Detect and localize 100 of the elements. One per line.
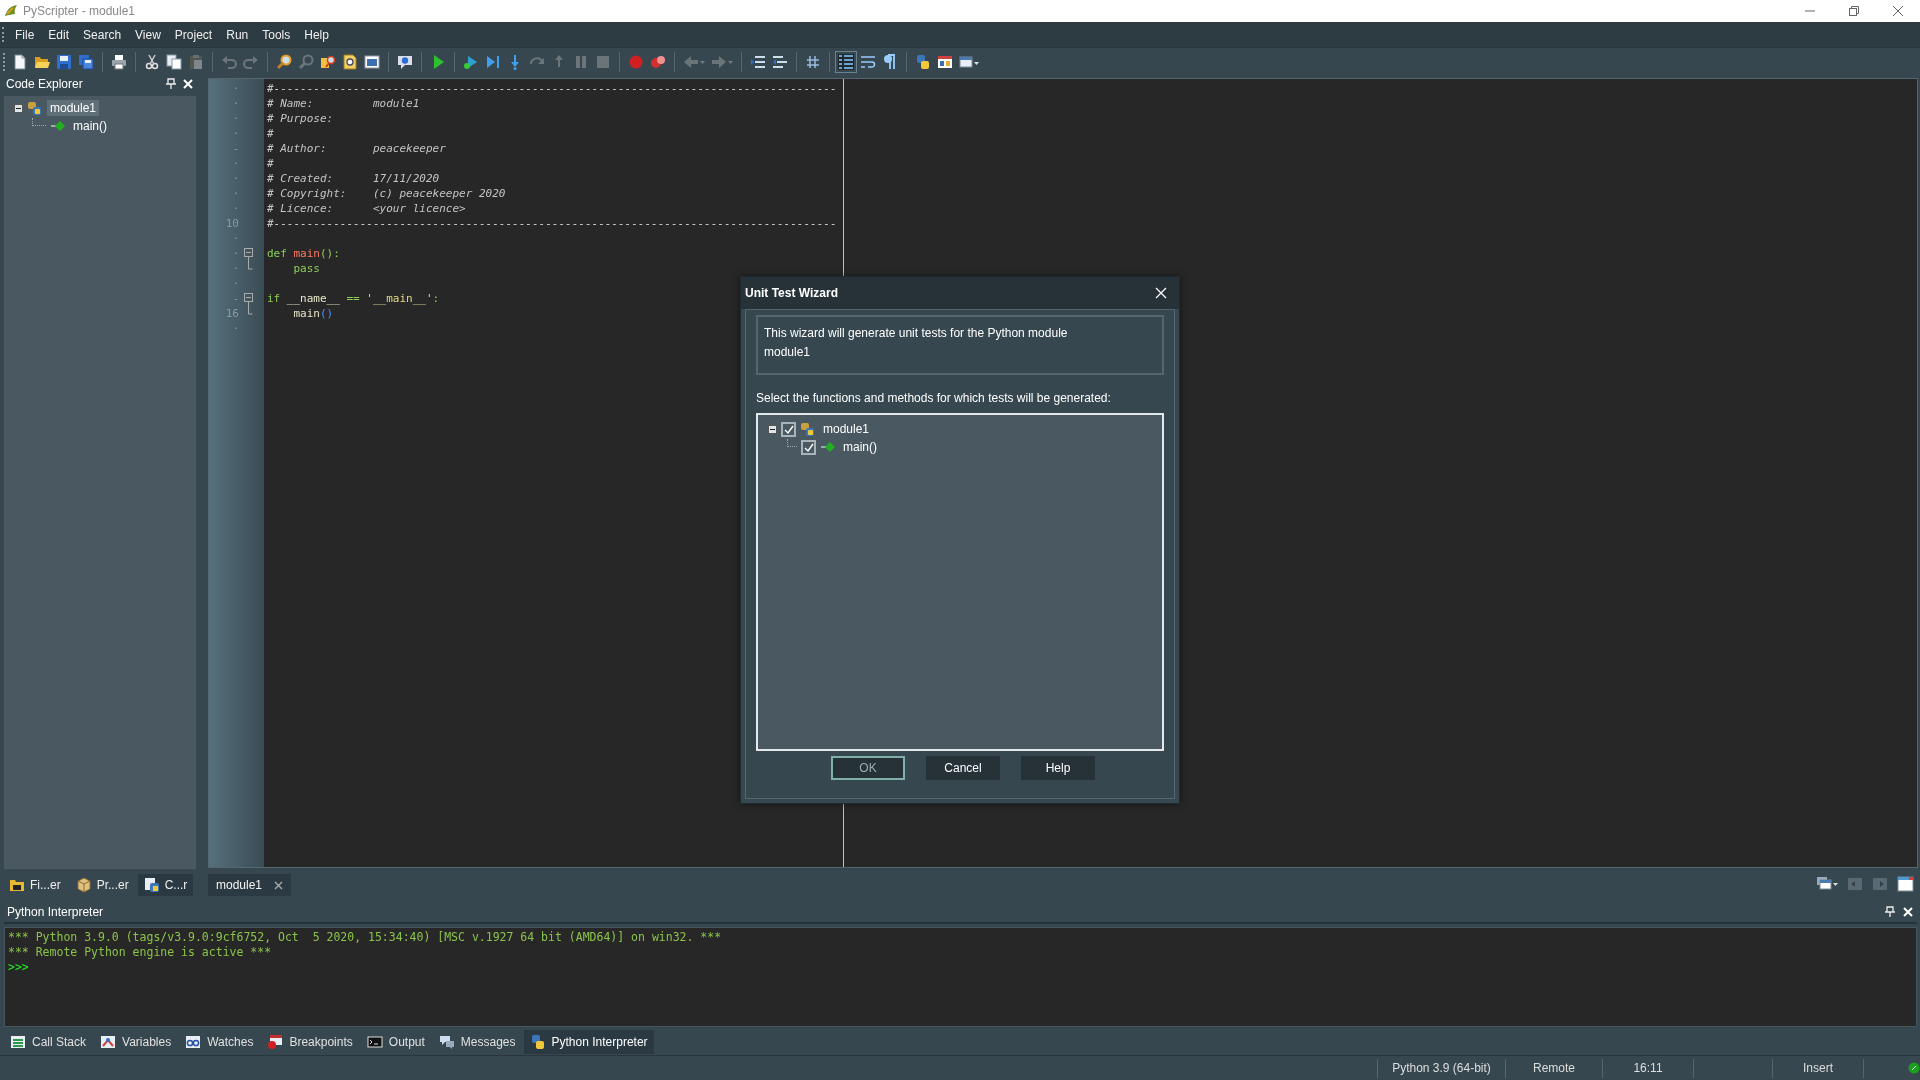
- dedent-icon[interactable]: [772, 53, 788, 70]
- grip-handle[interactable]: [3, 52, 5, 71]
- code-line: # Copyright: (c) peacekeeper 2020: [266, 186, 506, 201]
- tree-line: [787, 439, 797, 447]
- line-number: 16: [224, 307, 239, 320]
- tree-item[interactable]: main(): [843, 440, 877, 454]
- new-file-icon[interactable]: [12, 53, 28, 70]
- window-icon[interactable]: [1897, 876, 1914, 892]
- comment-icon[interactable]: [805, 53, 821, 70]
- window-icon[interactable]: [364, 53, 380, 70]
- help-button[interactable]: Help: [1021, 756, 1095, 780]
- line-numbers-icon[interactable]: [838, 53, 854, 70]
- tree-view[interactable]: module1 main(): [756, 413, 1164, 751]
- step-icon[interactable]: [485, 53, 501, 70]
- checkbox[interactable]: [801, 439, 816, 455]
- module-name: module1: [764, 345, 812, 359]
- panel-tab[interactable]: Messages: [432, 1030, 522, 1054]
- cut-icon[interactable]: [144, 53, 160, 70]
- app-logo-icon: [3, 3, 19, 19]
- tree-item[interactable]: module1: [823, 422, 870, 436]
- folder-icon: [9, 877, 25, 893]
- status-text: 16:11: [1633, 1061, 1663, 1075]
- save-icon[interactable]: [56, 53, 72, 70]
- line-number: ·: [231, 232, 239, 245]
- code-line: def main():: [266, 246, 340, 261]
- restore-icon[interactable]: [1849, 6, 1859, 16]
- tree-line: [32, 118, 46, 126]
- panel-tab[interactable]: Breakpoints: [261, 1030, 359, 1054]
- save-all-icon[interactable]: [78, 53, 94, 70]
- close-icon[interactable]: [1893, 6, 1903, 16]
- indent-icon[interactable]: [750, 53, 766, 70]
- layout-icon[interactable]: [937, 53, 953, 70]
- code-line: # Author: peacekeeper: [266, 141, 446, 156]
- panel-tab[interactable]: Fi...er: [3, 874, 67, 896]
- panel-tab[interactable]: Call Stack: [4, 1030, 93, 1054]
- menu-item[interactable]: File: [8, 24, 42, 45]
- line-number: ·: [231, 187, 239, 200]
- word-wrap-icon[interactable]: [860, 53, 876, 70]
- status-dot-icon: [1907, 1062, 1920, 1074]
- class-browser-icon: [143, 877, 160, 893]
- collapse-icon[interactable]: [768, 424, 777, 434]
- status-text: Remote: [1533, 1061, 1575, 1075]
- code-line: #: [266, 156, 274, 171]
- line-number: ·: [231, 262, 239, 275]
- line-number: 10: [224, 217, 239, 230]
- intro-text: This wizard will generate unit tests for the Python module: [764, 326, 1069, 340]
- panel-tab[interactable]: Python Interpreter: [523, 1030, 654, 1054]
- search-icon[interactable]: [276, 53, 292, 70]
- line-number: ·: [231, 322, 239, 335]
- code-line: # Name: module1: [266, 96, 420, 111]
- menu-item[interactable]: Search: [76, 24, 129, 45]
- speech-bubble-icon: [438, 1034, 455, 1050]
- panel-tab[interactable]: Output: [360, 1030, 431, 1054]
- collapse-icon[interactable]: [14, 103, 23, 113]
- find-in-files-icon[interactable]: [342, 53, 358, 70]
- variables-icon: [100, 1034, 117, 1050]
- code-line: pass: [292, 261, 320, 276]
- panel-tab[interactable]: C...r: [137, 874, 194, 896]
- fold-icon[interactable]: [244, 291, 253, 306]
- window-list-icon[interactable]: [1816, 876, 1838, 892]
- debug-icon[interactable]: [463, 53, 479, 70]
- grip-handle[interactable]: [2, 27, 4, 42]
- tree-item[interactable]: module1: [47, 100, 100, 116]
- line-number: ·: [231, 172, 239, 185]
- paste-icon[interactable]: [188, 53, 204, 70]
- code-line: # Purpose:: [266, 111, 334, 126]
- menu-item[interactable]: Run: [219, 24, 256, 45]
- console-line: *** Python 3.9.0 (tags/v3.9.0:9cf6752, Oct 5 2020, 15:34:40) [MSC v.1927 64 bit (AMD64)] on win32. ***: [8, 930, 723, 945]
- line-number: ·: [231, 127, 239, 140]
- python-icon[interactable]: [915, 53, 931, 70]
- ok-button[interactable]: OK: [831, 756, 905, 780]
- fold-icon[interactable]: [244, 246, 253, 261]
- pin-icon[interactable]: [165, 78, 177, 90]
- panel-tab[interactable]: Variables: [94, 1030, 178, 1054]
- clear-breakpoints-icon[interactable]: [650, 53, 666, 70]
- cancel-button[interactable]: Cancel: [926, 756, 1000, 780]
- help-icon[interactable]: [397, 53, 413, 70]
- tree-item[interactable]: main(): [70, 118, 110, 134]
- panel-title: Code Explorer: [6, 77, 84, 91]
- print-icon[interactable]: [111, 53, 127, 70]
- menu-item[interactable]: Edit: [41, 24, 77, 45]
- copy-icon[interactable]: [166, 53, 182, 70]
- line-number: -: [231, 142, 239, 155]
- panel-tab[interactable]: Watches: [179, 1030, 260, 1054]
- menu-item[interactable]: View: [128, 24, 168, 45]
- pilcrow-icon[interactable]: [882, 53, 898, 70]
- menu-item[interactable]: Tools: [255, 24, 298, 45]
- check-icon: [783, 423, 794, 435]
- panel-tab[interactable]: Pr...er: [69, 874, 135, 896]
- replace-icon[interactable]: [320, 53, 336, 70]
- function-icon: [820, 439, 836, 455]
- code-line: #-------------------------------------------------------------------------------------: [266, 216, 837, 231]
- editor-tab[interactable]: module1: [208, 874, 292, 896]
- menu-item[interactable]: Project: [167, 24, 220, 45]
- glasses-icon: [185, 1034, 202, 1050]
- breakpoint-list-icon: [267, 1034, 284, 1050]
- menu-item[interactable]: Help: [297, 24, 336, 45]
- pin-icon[interactable]: [1884, 906, 1896, 918]
- checkbox[interactable]: [781, 421, 796, 437]
- check-icon: [803, 441, 814, 453]
